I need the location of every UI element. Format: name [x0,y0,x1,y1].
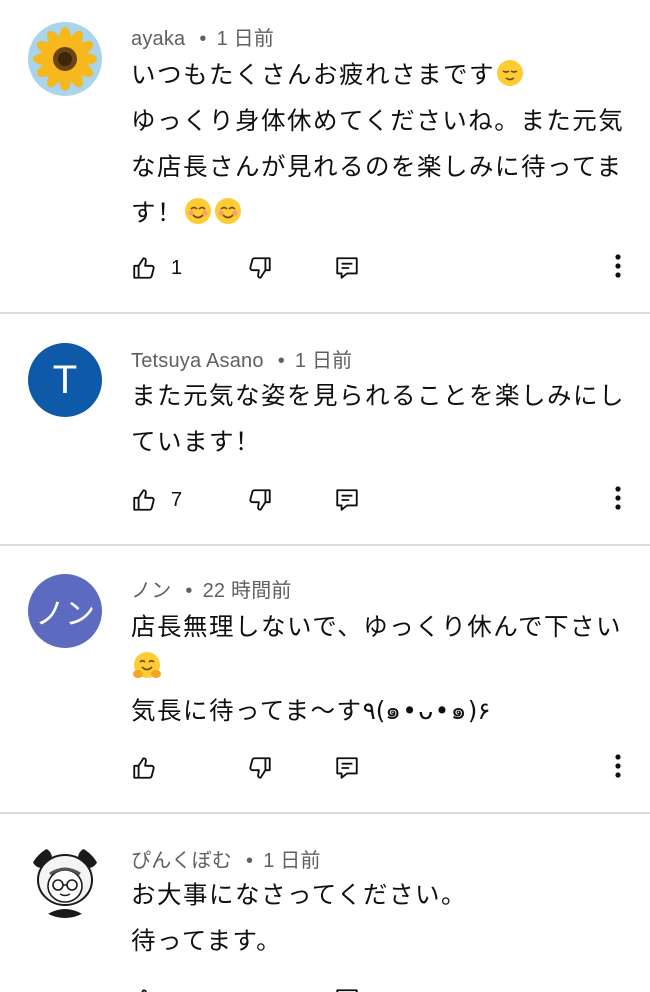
comment-meta: ぴんくぼむ • 1 日前 [131,850,321,872]
like-count: 1 [171,256,183,279]
reply-button[interactable] [334,980,360,992]
comment-line: 気長に待ってま〜す٩(๑•ᴗ•๑)۶ [131,696,491,725]
more-options-button[interactable] [606,248,630,288]
smiling-face-icon [214,194,242,224]
thumbs-up-icon [131,487,157,513]
reply-button[interactable] [334,480,360,520]
author-name[interactable]: ノン [131,580,171,602]
divider [0,312,650,314]
comment-actions [0,748,650,788]
reply-button[interactable] [334,748,360,788]
comment-time: 1 日前 [294,350,353,372]
comment-text: 店長無理しないで、ゆっくり休んで下さい 気長に待ってま〜す٩(๑•ᴗ•๑)۶ [131,604,621,734]
like-button[interactable] [131,980,157,992]
comment-line: ています！ [131,427,261,456]
avatar[interactable]: T [28,343,102,417]
more-vert-icon [614,485,622,515]
comment-line: な店長さんが見れるのを楽しみに待ってま [131,152,623,181]
avatar[interactable] [28,844,102,918]
avatar-letter: T [52,357,78,402]
panda-hood-avatar [28,844,102,918]
thumbs-down-icon [247,255,273,281]
smiling-face-icon [184,194,212,224]
reply-icon [334,487,360,513]
more-options-button[interactable] [606,480,630,520]
comment-text: また元気な姿を見られることを楽しみにし ています！ [131,373,625,465]
comment-actions: 1 [0,248,650,288]
comment-meta: ayaka • 1 日前 [131,28,275,50]
author-name[interactable]: ぴんくぼむ [131,850,232,872]
comment-text: お大事になさってください。 待ってます。 [131,872,621,964]
avatar[interactable] [28,22,102,96]
author-name[interactable]: Tetsuya Asano [131,350,264,372]
dislike-button[interactable] [247,248,273,288]
comment-feed: ayaka • 1 日前 いつもたくさんお疲れさまです ゆっくり身体休めてくださいね… [0,0,650,992]
reply-icon [334,987,360,992]
like-count: 7 [171,488,183,511]
hugging-face-icon [132,651,161,679]
comment-time: 1 日前 [216,28,275,50]
comment-time: 1 日前 [263,850,321,872]
like-button[interactable] [131,748,171,788]
relieved-face-icon [496,56,524,86]
comment-line: ゆっくり身体休めてくださいね。また元気 [131,106,625,135]
comment-line: 待ってます。 [131,926,283,955]
comment-line: また元気な姿を見られることを楽しみにし [131,381,625,410]
more-vert-icon [614,253,622,283]
reply-icon [334,755,360,781]
comment-line: す！ [131,198,183,227]
dislike-button[interactable] [247,748,273,788]
more-options-button[interactable] [606,748,630,788]
thumbs-down-icon [247,487,273,513]
comment-line: 店長無理しないで、ゆっくり休んで下さい [131,612,623,641]
divider [0,812,650,814]
more-vert-icon [614,753,622,783]
avatar-letter: ノン [35,598,95,631]
comment-actions [0,980,650,992]
comment-line: いつもたくさんお疲れさまです [131,60,495,89]
thumbs-down-icon [247,755,273,781]
thumbs-up-icon [131,255,157,281]
like-button[interactable]: 7 [131,480,182,520]
author-name[interactable]: ayaka [131,28,185,50]
sunflower-avatar [28,22,102,96]
comment-text: いつもたくさんお疲れさまです ゆっくり身体休めてくださいね。また元気 な店長さん… [131,52,625,236]
comment-meta: ノン • 22 時間前 [131,580,292,602]
comment-line: お大事になさってください。 [131,880,468,909]
reply-icon [334,255,360,281]
reply-button[interactable] [334,248,360,288]
comment-meta: Tetsuya Asano • 1 日前 [131,350,353,372]
divider [0,544,650,546]
like-button[interactable]: 1 [131,248,182,288]
thumbs-up-icon [131,987,157,992]
thumbs-up-icon [131,755,157,781]
avatar[interactable]: ノン [28,574,102,648]
comment-time: 22 時間前 [202,580,292,602]
dislike-button[interactable] [247,480,273,520]
comment-actions: 7 [0,480,650,520]
